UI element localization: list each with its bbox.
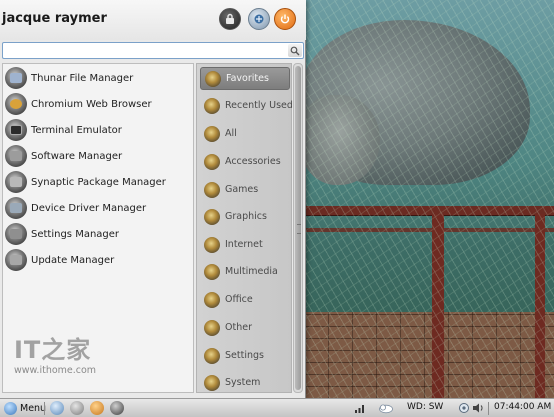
category-system[interactable]: System	[200, 371, 290, 394]
category-label: Games	[225, 184, 259, 195]
category-other[interactable]: Other	[200, 316, 290, 339]
category-label: Office	[225, 294, 253, 305]
system-icon	[204, 374, 220, 391]
volume-icon[interactable]	[472, 402, 485, 414]
search-input[interactable]	[5, 44, 285, 57]
user-name: jacque raymer	[2, 11, 107, 26]
app-label: Synaptic Package Manager	[31, 176, 166, 188]
update-manager-icon	[5, 249, 27, 271]
file-manager-icon	[5, 67, 27, 89]
workspace-indicator[interactable]: WD: SW	[407, 402, 443, 412]
category-accessories[interactable]: Accessories	[200, 150, 290, 173]
taskbar-separator	[488, 402, 489, 415]
category-label: Other	[225, 322, 252, 333]
app-item-terminal-emulator[interactable]: Terminal Emulator	[5, 118, 193, 142]
app-item-synaptic-package-manager[interactable]: Synaptic Package Manager	[5, 170, 193, 194]
wallpaper-water-texture	[305, 0, 554, 398]
category-label: Settings	[225, 350, 264, 361]
app-item-device-driver-manager[interactable]: Device Driver Manager	[5, 196, 193, 220]
graphics-icon	[204, 208, 220, 225]
menu-header: jacque raymer	[0, 0, 306, 40]
search-icon[interactable]	[288, 44, 302, 57]
category-settings[interactable]: Settings	[200, 344, 290, 367]
browser-launcher-icon[interactable]	[50, 401, 64, 415]
app-item-chromium-web-browser[interactable]: Chromium Web Browser	[5, 92, 193, 116]
app-label: Terminal Emulator	[31, 124, 122, 136]
internet-icon	[204, 236, 220, 253]
search-box	[2, 42, 304, 59]
category-label: Recently Used	[225, 100, 293, 111]
app-label: Thunar File Manager	[31, 72, 134, 84]
category-multimedia[interactable]: Multimedia	[200, 260, 290, 283]
category-label: System	[225, 377, 261, 388]
scrollbar-grip	[297, 224, 301, 234]
lock-screen-button[interactable]	[219, 8, 241, 30]
menu-button-label: Menu	[20, 402, 47, 414]
category-label: Internet	[225, 239, 263, 250]
driver-manager-icon	[5, 197, 27, 219]
category-internet[interactable]: Internet	[200, 233, 290, 256]
network-icon[interactable]	[354, 402, 367, 414]
lock-icon	[224, 13, 236, 25]
category-label: Accessories	[225, 156, 281, 167]
chromium-launcher-icon[interactable]	[90, 401, 104, 415]
categories-list: Favorites Recently Used All Accessories …	[196, 63, 293, 394]
app-item-thunar-file-manager[interactable]: Thunar File Manager	[5, 66, 193, 90]
other-icon	[204, 319, 220, 336]
recent-icon	[204, 97, 220, 114]
battery-icon[interactable]	[458, 402, 471, 414]
weather-icon[interactable]	[378, 402, 394, 414]
clock[interactable]: 07:44:00 AM	[494, 402, 551, 412]
switch-user-button[interactable]	[248, 8, 270, 30]
software-manager-icon	[5, 145, 27, 167]
package-manager-icon	[5, 171, 27, 193]
app-label: Chromium Web Browser	[31, 98, 152, 110]
watermark: IT之家 www.ithome.com	[14, 330, 104, 382]
category-label: Favorites	[226, 73, 269, 84]
all-apps-icon	[204, 125, 220, 142]
category-label: Multimedia	[225, 266, 278, 277]
games-icon	[204, 181, 220, 198]
app-label: Software Manager	[31, 150, 123, 162]
settings-icon	[5, 223, 27, 245]
category-label: All	[225, 128, 237, 139]
terminal-icon	[5, 119, 27, 141]
favorites-icon	[205, 70, 221, 87]
chromium-icon	[5, 93, 27, 115]
menu-orb-icon	[4, 401, 17, 415]
categories-scrollbar[interactable]	[293, 63, 303, 393]
power-button[interactable]	[274, 8, 296, 30]
menu-button[interactable]: Menu	[1, 400, 49, 416]
app-label: Device Driver Manager	[31, 202, 147, 214]
power-icon	[279, 13, 291, 25]
category-all[interactable]: All	[200, 122, 290, 145]
watermark-logo: IT之家	[14, 336, 92, 364]
accessories-icon	[204, 153, 220, 170]
category-recently-used[interactable]: Recently Used	[200, 94, 293, 117]
watermark-url: www.ithome.com	[14, 365, 97, 376]
app-label: Settings Manager	[31, 228, 120, 240]
app-item-software-manager[interactable]: Software Manager	[5, 144, 193, 168]
category-games[interactable]: Games	[200, 178, 290, 201]
category-favorites[interactable]: Favorites	[200, 67, 290, 90]
app-item-update-manager[interactable]: Update Manager	[5, 248, 193, 272]
switch-user-icon	[253, 13, 265, 25]
terminal-launcher-icon[interactable]	[110, 401, 124, 415]
app-item-settings-manager[interactable]: Settings Manager	[5, 222, 193, 246]
multimedia-icon	[204, 263, 220, 280]
category-office[interactable]: Office	[200, 288, 290, 311]
category-graphics[interactable]: Graphics	[200, 205, 290, 228]
app-label: Update Manager	[31, 254, 115, 266]
file-manager-launcher-icon[interactable]	[70, 401, 84, 415]
taskbar: Menu WD: SW 07:44:00 AM	[0, 398, 554, 417]
office-icon	[204, 291, 220, 308]
taskbar-separator	[44, 402, 45, 415]
category-label: Graphics	[225, 211, 267, 222]
scrollbar-thumb[interactable]	[295, 66, 301, 390]
settings-category-icon	[204, 347, 220, 364]
